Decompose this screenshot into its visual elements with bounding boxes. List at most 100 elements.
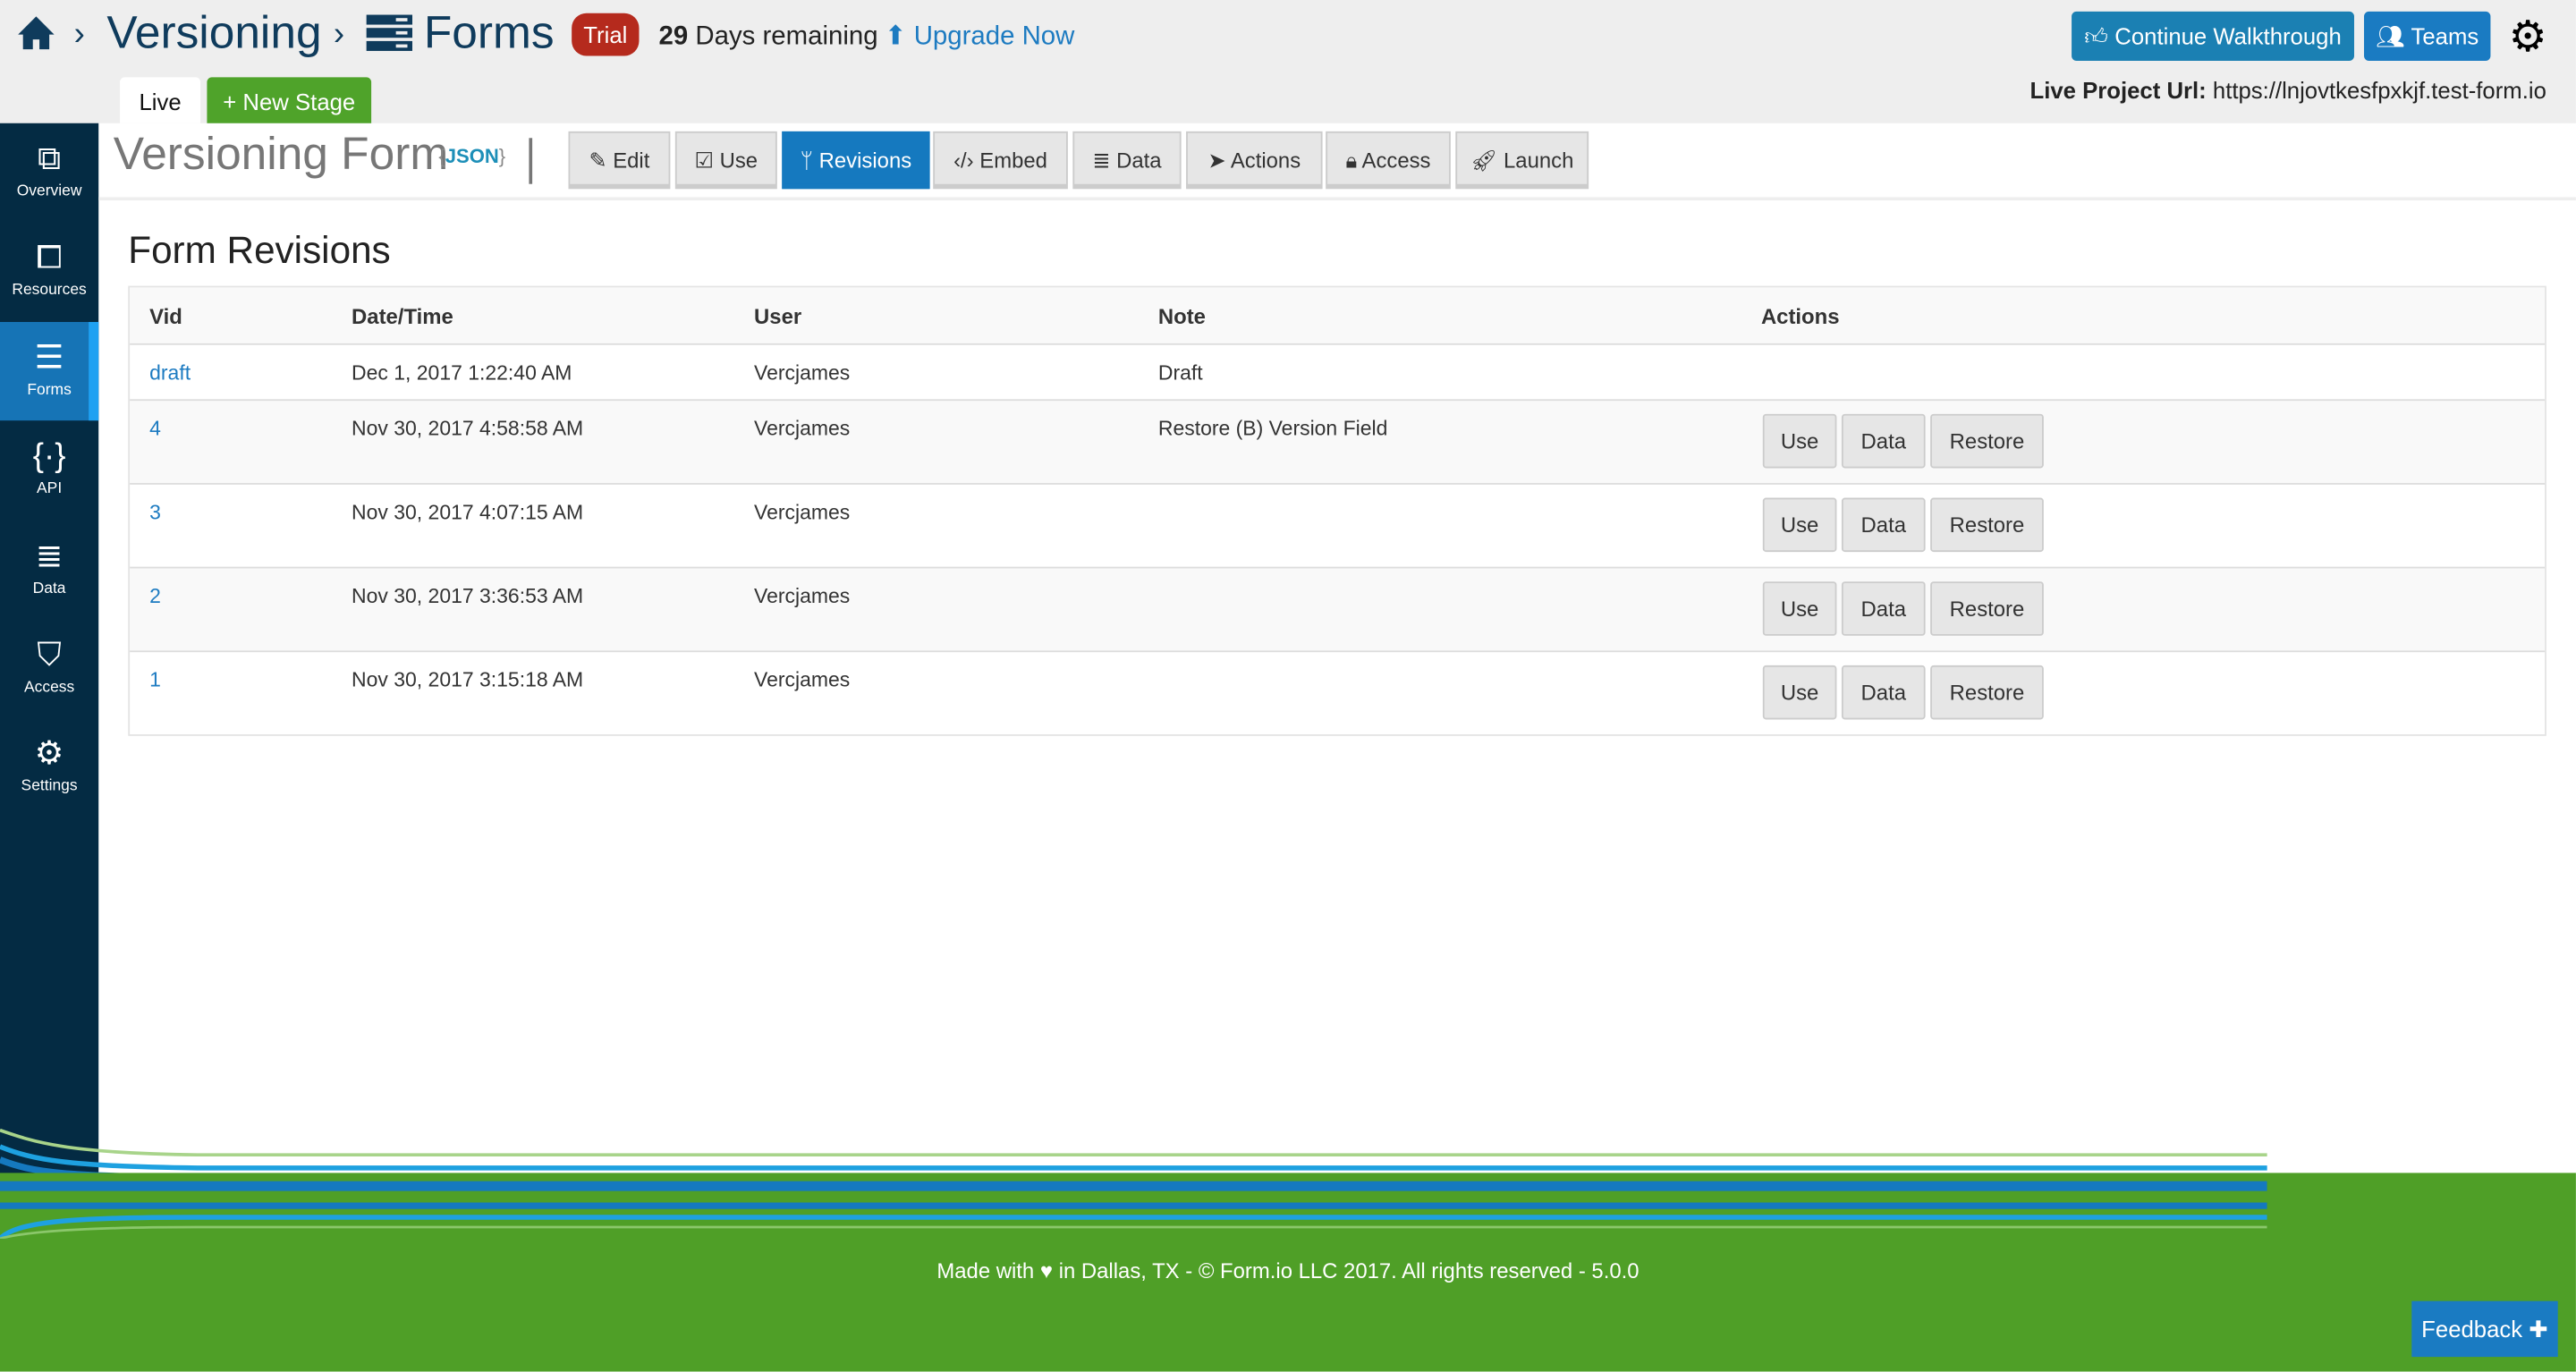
heart-icon: ♥ bbox=[1039, 1258, 1054, 1283]
gear-icon[interactable]: ⚙ bbox=[2509, 13, 2547, 59]
paper-plane-icon: ➤ bbox=[1208, 148, 1226, 173]
column-header: Date/Time bbox=[352, 303, 453, 329]
vid-link[interactable]: 2 bbox=[149, 585, 161, 608]
column-header: Vid bbox=[149, 303, 182, 329]
table-row: 4 Nov 30, 2017 4:58:58 AM Vercjames Restore… bbox=[130, 399, 2546, 483]
database-icon: ≣ bbox=[1092, 148, 1111, 173]
data-revision-button[interactable]: Data bbox=[1841, 497, 1926, 553]
vid-link[interactable]: 1 bbox=[149, 669, 161, 692]
plus-icon: ✚ bbox=[2529, 1316, 2548, 1342]
tab-label: Use bbox=[719, 148, 758, 173]
revision-rows: 4 Nov 30, 2017 4:58:58 AM Vercjames Restore… bbox=[130, 399, 2546, 734]
date-cell: Nov 30, 2017 4:58:58 AM bbox=[352, 417, 584, 441]
continue-walkthrough-button[interactable]: 👍︎ Continue Walkthrough bbox=[2072, 11, 2354, 61]
divider bbox=[98, 197, 2576, 201]
column-header: Actions bbox=[1760, 303, 1840, 329]
api-icon: {·} bbox=[32, 438, 66, 475]
tab-revisions[interactable]: ᛘ Revisions bbox=[782, 131, 930, 190]
forms-icon bbox=[366, 14, 413, 51]
restore-revision-button[interactable]: Restore bbox=[1930, 497, 2044, 553]
breadcrumb-forms[interactable]: Forms bbox=[424, 6, 555, 59]
column-header: Note bbox=[1157, 303, 1206, 329]
tab-data[interactable]: ≣ Data bbox=[1072, 131, 1182, 190]
tab-label: Actions bbox=[1230, 148, 1301, 173]
code-fork-icon: ᛘ bbox=[800, 148, 813, 173]
date-cell: Nov 30, 2017 3:15:18 AM bbox=[352, 668, 584, 692]
use-revision-button[interactable]: Use bbox=[1762, 413, 1837, 469]
divider bbox=[529, 138, 533, 184]
sidebar-item-data[interactable]: ≣ Data bbox=[0, 521, 98, 619]
feedback-label: Feedback bbox=[2421, 1316, 2523, 1342]
sidebar-item-label: Resources bbox=[12, 281, 87, 300]
sidebar-item-overview[interactable]: ⧉ Overview bbox=[0, 123, 98, 222]
vid-link[interactable]: draft bbox=[149, 361, 191, 385]
sidebar-item-label: Data bbox=[32, 580, 66, 598]
data-revision-button[interactable]: Data bbox=[1841, 581, 1926, 636]
breadcrumb-separator: › bbox=[333, 16, 345, 53]
tab-label: Data bbox=[1116, 148, 1162, 173]
live-project-url-label: Live Project Url: bbox=[2029, 77, 2207, 104]
sidebar-item-api[interactable]: {·} API bbox=[0, 420, 98, 519]
sidebar-item-forms[interactable]: ☰ Forms bbox=[0, 321, 99, 421]
sitemap-icon: ⧉ bbox=[37, 140, 62, 178]
sidebar-item-access[interactable]: ⛉ Access bbox=[0, 619, 98, 717]
sidebar-item-label: Forms bbox=[27, 381, 72, 400]
breadcrumb-separator: › bbox=[73, 16, 85, 53]
table-row: 3 Nov 30, 2017 4:07:15 AM Vercjames Use Data… bbox=[130, 482, 2546, 567]
form-title: Versioning Form bbox=[113, 128, 449, 180]
restore-revision-button[interactable]: Restore bbox=[1930, 581, 2044, 636]
tab-label: Revisions bbox=[818, 148, 912, 173]
sidebar-item-label: Overview bbox=[16, 182, 82, 201]
table-row: 2 Nov 30, 2017 3:36:53 AM Vercjames Use Data… bbox=[130, 566, 2546, 651]
json-label: JSON bbox=[445, 144, 499, 168]
restore-revision-button[interactable]: Restore bbox=[1930, 665, 2044, 720]
column-header: User bbox=[754, 303, 802, 329]
home-icon[interactable] bbox=[16, 15, 55, 51]
tab-actions[interactable]: ➤ Actions bbox=[1186, 131, 1323, 190]
user-cell: Vercjames bbox=[754, 584, 851, 608]
teams-button[interactable]: 👥︎ Teams bbox=[2364, 11, 2491, 61]
check-square-icon: ☑ bbox=[694, 148, 714, 173]
vid-link[interactable]: 3 bbox=[149, 501, 161, 524]
footer-wave-decoration bbox=[0, 1181, 2267, 1239]
top-bar: › Versioning › Forms Trial 29 Days remai… bbox=[0, 0, 2576, 123]
sidebar-item-resources[interactable]: ⧠ Resources bbox=[0, 222, 98, 320]
table-row: draft Dec 1, 2017 1:22:40 AM Vercjames D… bbox=[130, 343, 2546, 399]
user-cell: Vercjames bbox=[754, 668, 851, 692]
breadcrumb-project[interactable]: Versioning bbox=[106, 6, 321, 59]
tab-label: Access bbox=[1361, 148, 1431, 173]
stage-tab-live[interactable]: Live bbox=[120, 77, 201, 123]
trial-days-remaining: 29 Days remaining ⬆ Upgrade Now bbox=[659, 20, 1075, 53]
json-link[interactable]: {JSON} bbox=[438, 145, 505, 168]
live-project-url-value[interactable]: https://lnjovtkesfpxkjf.test-form.io bbox=[2213, 77, 2546, 103]
trial-badge: Trial bbox=[572, 13, 640, 56]
tab-edit[interactable]: ✎ Edit bbox=[568, 131, 671, 190]
tab-access[interactable]: 🔒︎ Access bbox=[1326, 131, 1451, 190]
data-revision-button[interactable]: Data bbox=[1841, 665, 1926, 720]
use-revision-button[interactable]: Use bbox=[1762, 665, 1837, 720]
sidebar-item-label: Access bbox=[23, 678, 75, 697]
use-revision-button[interactable]: Use bbox=[1762, 581, 1837, 636]
use-revision-button[interactable]: Use bbox=[1762, 497, 1837, 553]
sidebar-item-settings[interactable]: ⚙ Settings bbox=[0, 718, 98, 817]
tab-label: Launch bbox=[1504, 148, 1574, 173]
days-number: 29 bbox=[658, 22, 689, 51]
restore-revision-button[interactable]: Restore bbox=[1930, 413, 2044, 469]
tab-launch[interactable]: 🚀︎ Launch bbox=[1455, 131, 1589, 190]
tab-use[interactable]: ☑ Use bbox=[674, 131, 777, 190]
revisions-table: Vid Date/Time User Note Actions draft De… bbox=[128, 285, 2546, 736]
sidebar: ⧉ Overview ⧠ Resources ☰ Forms {·} API ≣ Data… bbox=[0, 123, 99, 1175]
teams-label: Teams bbox=[2411, 22, 2479, 50]
new-stage-button[interactable]: + New Stage bbox=[207, 77, 372, 123]
user-cell: Vercjames bbox=[754, 417, 851, 441]
tab-embed[interactable]: ‹/› Embed bbox=[933, 131, 1068, 190]
app: › Versioning › Forms Trial 29 Days remai… bbox=[0, 0, 2576, 1372]
table-header: Vid Date/Time User Note Actions bbox=[130, 287, 2546, 343]
data-revision-button[interactable]: Data bbox=[1841, 413, 1926, 469]
vid-link[interactable]: 4 bbox=[149, 418, 161, 441]
upgrade-now-link[interactable]: ⬆ Upgrade Now bbox=[885, 23, 1074, 51]
thumbs-up-icon: 👍︎ bbox=[2084, 22, 2109, 50]
arrow-up-circle-icon: ⬆ bbox=[884, 22, 907, 51]
feedback-button[interactable]: Feedback ✚ bbox=[2411, 1300, 2558, 1358]
gear-icon: ⚙ bbox=[34, 735, 64, 773]
